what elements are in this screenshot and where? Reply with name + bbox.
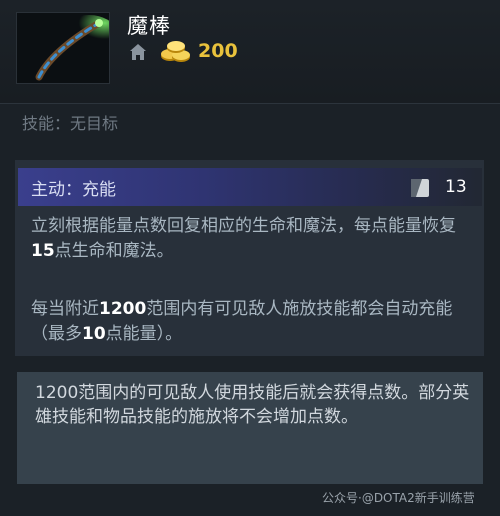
home-shop-icon [130, 44, 146, 60]
watermark: 公众号·@DOTA2新手训练营 [322, 491, 475, 505]
gold-coins-icon [161, 41, 190, 62]
charges-icon [411, 179, 429, 197]
item-name: 魔棒 [127, 14, 171, 38]
ability-description-2: 每当附近1200范围内有可见敌人施放技能都会自动充能（最多10点能量）。 [31, 299, 453, 344]
ability-description-1: 立刻根据能量点数回复相应的生命和魔法，每点能量恢复15点生命和魔法。 [31, 216, 456, 261]
magic-stick-icon [16, 12, 110, 84]
item-cost: 200 [198, 40, 238, 62]
header-divider [0, 103, 500, 104]
charge-count: 13 [445, 177, 467, 197]
active-ability-label: 主动：充能 [31, 180, 116, 200]
item-note: 1200范围内的可见敌人使用技能后就会获得点数。部分英雄技能和物品技能的施放将不… [35, 383, 470, 427]
skill-target-type: 技能：无目标 [22, 114, 119, 133]
